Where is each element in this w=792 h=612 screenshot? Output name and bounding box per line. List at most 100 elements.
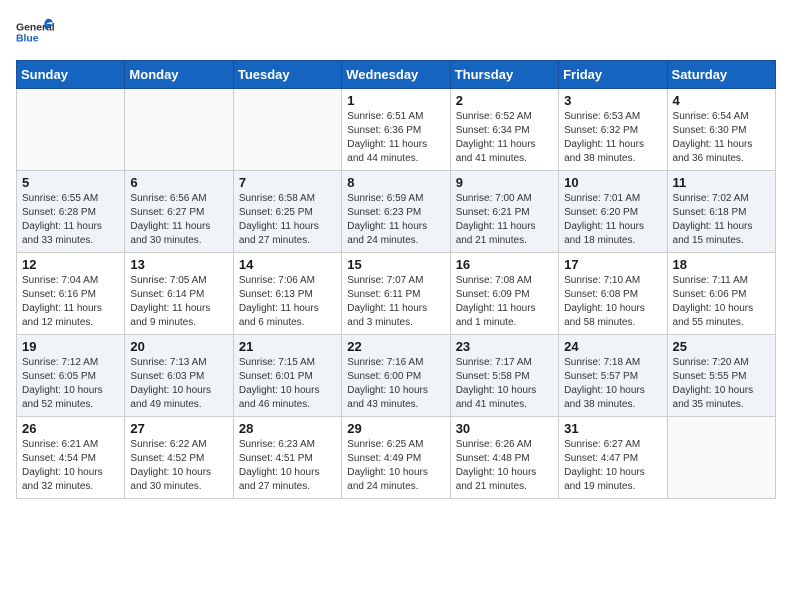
calendar-cell: 7 Sunrise: 6:58 AM Sunset: 6:25 PM Daylig… [233, 171, 341, 253]
calendar-cell: 3 Sunrise: 6:53 AM Sunset: 6:32 PM Daylig… [559, 89, 667, 171]
calendar-cell: 30 Sunrise: 6:26 AM Sunset: 4:48 PM Dayli… [450, 417, 558, 499]
day-info: Sunrise: 6:26 AM Sunset: 4:48 PM Dayligh… [456, 438, 553, 494]
day-number: 19 [22, 339, 119, 354]
day-info: Sunrise: 6:25 AM Sunset: 4:49 PM Dayligh… [347, 438, 444, 494]
day-info: Sunrise: 7:12 AM Sunset: 6:05 PM Dayligh… [22, 356, 119, 412]
calendar-cell: 27 Sunrise: 6:22 AM Sunset: 4:52 PM Dayli… [125, 417, 233, 499]
day-info: Sunrise: 7:00 AM Sunset: 6:21 PM Dayligh… [456, 192, 553, 248]
day-number: 26 [22, 421, 119, 436]
day-number: 25 [673, 339, 770, 354]
day-number: 3 [564, 93, 661, 108]
calendar-week-row: 5 Sunrise: 6:55 AM Sunset: 6:28 PM Daylig… [17, 171, 776, 253]
day-info: Sunrise: 7:01 AM Sunset: 6:20 PM Dayligh… [564, 192, 661, 248]
day-info: Sunrise: 6:23 AM Sunset: 4:51 PM Dayligh… [239, 438, 336, 494]
day-info: Sunrise: 7:20 AM Sunset: 5:55 PM Dayligh… [673, 356, 770, 412]
day-info: Sunrise: 7:08 AM Sunset: 6:09 PM Dayligh… [456, 274, 553, 330]
day-info: Sunrise: 7:15 AM Sunset: 6:01 PM Dayligh… [239, 356, 336, 412]
calendar-cell: 15 Sunrise: 7:07 AM Sunset: 6:11 PM Dayli… [342, 253, 450, 335]
calendar-cell: 1 Sunrise: 6:51 AM Sunset: 6:36 PM Daylig… [342, 89, 450, 171]
calendar-cell: 22 Sunrise: 7:16 AM Sunset: 6:00 PM Dayli… [342, 335, 450, 417]
day-info: Sunrise: 6:56 AM Sunset: 6:27 PM Dayligh… [130, 192, 227, 248]
weekday-header: Wednesday [342, 61, 450, 89]
day-info: Sunrise: 7:17 AM Sunset: 5:58 PM Dayligh… [456, 356, 553, 412]
calendar-cell: 12 Sunrise: 7:04 AM Sunset: 6:16 PM Dayli… [17, 253, 125, 335]
calendar-week-row: 19 Sunrise: 7:12 AM Sunset: 6:05 PM Dayli… [17, 335, 776, 417]
calendar-cell: 25 Sunrise: 7:20 AM Sunset: 5:55 PM Dayli… [667, 335, 775, 417]
calendar-cell: 17Sunrise: 7:10 AM Sunset: 6:08 PM Dayli… [559, 253, 667, 335]
day-number: 21 [239, 339, 336, 354]
day-info: Sunrise: 7:02 AM Sunset: 6:18 PM Dayligh… [673, 192, 770, 248]
day-number: 1 [347, 93, 444, 108]
day-info: Sunrise: 6:51 AM Sunset: 6:36 PM Dayligh… [347, 110, 444, 166]
day-number: 17 [564, 257, 661, 272]
logo-icon: General Blue [16, 16, 56, 48]
logo: General Blue [16, 16, 56, 48]
day-info: Sunrise: 6:55 AM Sunset: 6:28 PM Dayligh… [22, 192, 119, 248]
day-number: 11 [673, 175, 770, 190]
day-number: 8 [347, 175, 444, 190]
calendar-cell: 16 Sunrise: 7:08 AM Sunset: 6:09 PM Dayli… [450, 253, 558, 335]
weekday-header: Thursday [450, 61, 558, 89]
calendar-cell: 8Sunrise: 6:59 AM Sunset: 6:23 PM Daylig… [342, 171, 450, 253]
day-number: 31 [564, 421, 661, 436]
day-number: 22 [347, 339, 444, 354]
day-number: 24 [564, 339, 661, 354]
calendar-week-row: 26Sunrise: 6:21 AM Sunset: 4:54 PM Dayli… [17, 417, 776, 499]
day-info: Sunrise: 7:05 AM Sunset: 6:14 PM Dayligh… [130, 274, 227, 330]
day-number: 6 [130, 175, 227, 190]
day-number: 16 [456, 257, 553, 272]
calendar-cell: 21 Sunrise: 7:15 AM Sunset: 6:01 PM Dayli… [233, 335, 341, 417]
day-info: Sunrise: 7:18 AM Sunset: 5:57 PM Dayligh… [564, 356, 661, 412]
calendar-cell: 19 Sunrise: 7:12 AM Sunset: 6:05 PM Dayli… [17, 335, 125, 417]
calendar-cell: 13 Sunrise: 7:05 AM Sunset: 6:14 PM Dayli… [125, 253, 233, 335]
day-number: 20 [130, 339, 227, 354]
calendar-cell [125, 89, 233, 171]
day-info: Sunrise: 6:58 AM Sunset: 6:25 PM Dayligh… [239, 192, 336, 248]
day-number: 15 [347, 257, 444, 272]
calendar-cell: 20 Sunrise: 7:13 AM Sunset: 6:03 PM Dayli… [125, 335, 233, 417]
day-number: 12 [22, 257, 119, 272]
day-info: Sunrise: 7:13 AM Sunset: 6:03 PM Dayligh… [130, 356, 227, 412]
day-number: 18 [673, 257, 770, 272]
day-info: Sunrise: 7:16 AM Sunset: 6:00 PM Dayligh… [347, 356, 444, 412]
day-number: 29 [347, 421, 444, 436]
calendar-cell: 9Sunrise: 7:00 AM Sunset: 6:21 PM Daylig… [450, 171, 558, 253]
day-number: 30 [456, 421, 553, 436]
day-number: 5 [22, 175, 119, 190]
day-number: 27 [130, 421, 227, 436]
calendar-cell: 24 Sunrise: 7:18 AM Sunset: 5:57 PM Dayli… [559, 335, 667, 417]
day-info: Sunrise: 7:07 AM Sunset: 6:11 PM Dayligh… [347, 274, 444, 330]
calendar-cell: 31 Sunrise: 6:27 AM Sunset: 4:47 PM Dayli… [559, 417, 667, 499]
weekday-header: Saturday [667, 61, 775, 89]
day-info: Sunrise: 7:06 AM Sunset: 6:13 PM Dayligh… [239, 274, 336, 330]
calendar-week-row: 12 Sunrise: 7:04 AM Sunset: 6:16 PM Dayli… [17, 253, 776, 335]
day-number: 10 [564, 175, 661, 190]
calendar-cell: 29 Sunrise: 6:25 AM Sunset: 4:49 PM Dayli… [342, 417, 450, 499]
day-info: Sunrise: 7:04 AM Sunset: 6:16 PM Dayligh… [22, 274, 119, 330]
calendar-cell: 14 Sunrise: 7:06 AM Sunset: 6:13 PM Dayli… [233, 253, 341, 335]
calendar-cell: 4 Sunrise: 6:54 AM Sunset: 6:30 PM Daylig… [667, 89, 775, 171]
day-number: 7 [239, 175, 336, 190]
day-info: Sunrise: 6:54 AM Sunset: 6:30 PM Dayligh… [673, 110, 770, 166]
calendar-cell: 23 Sunrise: 7:17 AM Sunset: 5:58 PM Dayli… [450, 335, 558, 417]
calendar-cell: 5 Sunrise: 6:55 AM Sunset: 6:28 PM Daylig… [17, 171, 125, 253]
svg-text:Blue: Blue [16, 34, 39, 45]
day-info: Sunrise: 6:27 AM Sunset: 4:47 PM Dayligh… [564, 438, 661, 494]
calendar-cell [233, 89, 341, 171]
calendar-cell: 6 Sunrise: 6:56 AM Sunset: 6:27 PM Daylig… [125, 171, 233, 253]
day-number: 23 [456, 339, 553, 354]
weekday-header: Sunday [17, 61, 125, 89]
weekday-header: Monday [125, 61, 233, 89]
day-number: 4 [673, 93, 770, 108]
weekday-header: Friday [559, 61, 667, 89]
day-info: Sunrise: 6:22 AM Sunset: 4:52 PM Dayligh… [130, 438, 227, 494]
weekday-header: Tuesday [233, 61, 341, 89]
calendar-cell [667, 417, 775, 499]
day-info: Sunrise: 6:53 AM Sunset: 6:32 PM Dayligh… [564, 110, 661, 166]
calendar-cell: 26Sunrise: 6:21 AM Sunset: 4:54 PM Dayli… [17, 417, 125, 499]
day-number: 14 [239, 257, 336, 272]
calendar-table: SundayMondayTuesdayWednesdayThursdayFrid… [16, 60, 776, 499]
calendar-cell: 11 Sunrise: 7:02 AM Sunset: 6:18 PM Dayli… [667, 171, 775, 253]
day-number: 2 [456, 93, 553, 108]
day-number: 13 [130, 257, 227, 272]
